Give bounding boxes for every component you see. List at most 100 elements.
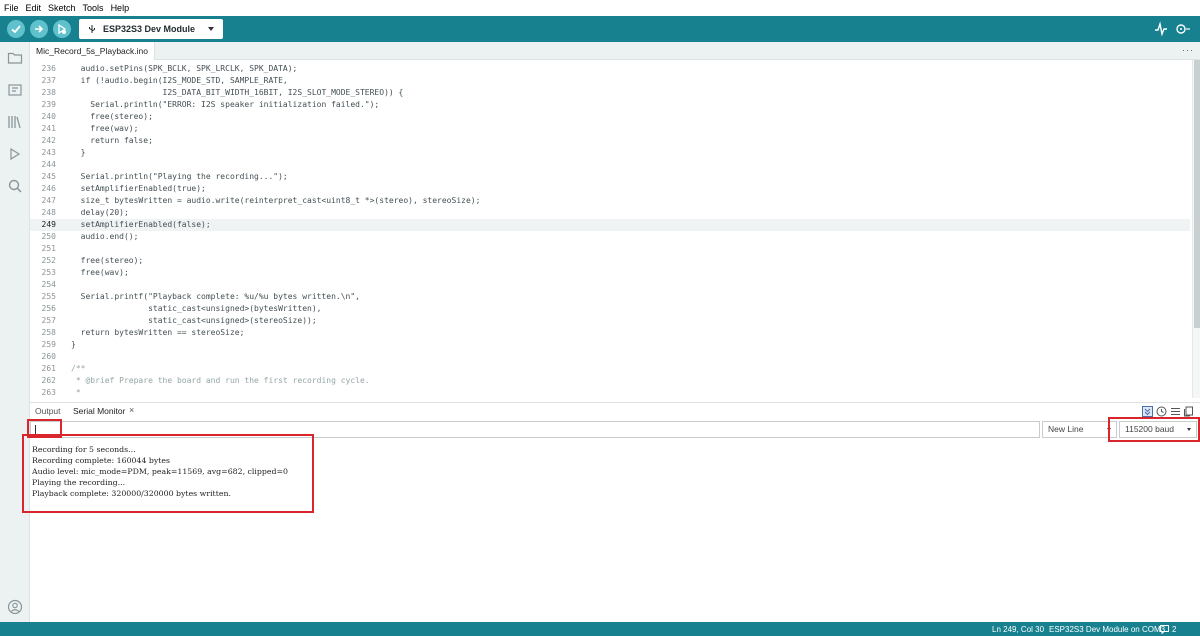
code-line: 242 return false; <box>30 135 1190 147</box>
code-line: 237 if (!audio.begin(I2S_MODE_STD, SAMPL… <box>30 75 1190 87</box>
tab-serial-monitor[interactable]: Serial Monitor <box>73 406 125 416</box>
notification-icon[interactable] <box>1160 625 1169 634</box>
line-number: 252 <box>41 256 56 265</box>
code-line: 243 } <box>30 147 1190 159</box>
line-number: 250 <box>41 232 56 241</box>
code-line: 248 delay(20); <box>30 207 1190 219</box>
serial-plotter-icon[interactable] <box>1153 21 1169 37</box>
scrollbar-thumb[interactable] <box>1194 60 1200 328</box>
notification-count[interactable]: 2 <box>1172 625 1176 634</box>
sketchbook-folder-icon[interactable] <box>7 50 23 66</box>
line-number: 254 <box>41 280 56 289</box>
code-line: 252 free(stereo); <box>30 255 1190 267</box>
code-line: 258 return bytesWritten == stereoSize; <box>30 327 1190 339</box>
code-text: } <box>71 148 86 157</box>
code-text: if (!audio.begin(I2S_MODE_STD, SAMPLE_RA… <box>71 76 288 85</box>
code-line: 251 <box>30 243 1190 255</box>
line-number: 240 <box>41 112 56 121</box>
line-number: 247 <box>41 196 56 205</box>
menu-file[interactable]: File <box>4 3 19 13</box>
code-text: } <box>71 340 76 349</box>
line-number: 245 <box>41 172 56 181</box>
code-text: Serial.printf("Playback complete: %u/%u … <box>71 292 360 301</box>
code-text: Serial.println("Playing the recording...… <box>71 172 288 181</box>
menu-tools[interactable]: Tools <box>83 3 104 13</box>
board-name: ESP32S3 Dev Module <box>103 24 196 34</box>
line-number: 259 <box>41 340 56 349</box>
code-line: 257 static_cast<unsigned>(stereoSize)); <box>30 315 1190 327</box>
annotation-box-baud <box>1108 417 1200 442</box>
code-text: delay(20); <box>71 208 129 217</box>
code-line: 247 size_t bytesWritten = audio.write(re… <box>30 195 1190 207</box>
code-line: 246 setAmplifierEnabled(true); <box>30 183 1190 195</box>
code-line: 255 Serial.printf("Playback complete: %u… <box>30 291 1190 303</box>
code-text: static_cast<unsigned>(stereoSize)); <box>71 316 317 325</box>
code-text: I2S_DATA_BIT_WIDTH_16BIT, I2S_SLOT_MODE_… <box>71 88 404 97</box>
code-line: 249 setAmplifierEnabled(false); <box>30 219 1190 231</box>
check-icon <box>11 25 21 34</box>
tab-output[interactable]: Output <box>35 406 61 416</box>
editor-tab-bar: Mic_Record_5s_Playback.ino ··· <box>30 42 1200 60</box>
library-manager-icon[interactable] <box>7 114 23 130</box>
code-line: 240 free(stereo); <box>30 111 1190 123</box>
debug-button[interactable] <box>53 20 71 38</box>
code-text: * @brief Prepare the board and run the f… <box>71 376 370 385</box>
code-text: size_t bytesWritten = audio.write(reinte… <box>71 196 481 205</box>
code-text: audio.end(); <box>71 232 139 241</box>
search-icon[interactable] <box>7 178 23 194</box>
usb-icon <box>89 25 95 33</box>
menu-edit[interactable]: Edit <box>26 3 42 13</box>
debug-icon <box>58 23 67 35</box>
arduino-ide-window: File Edit Sketch Tools Help ESP32S3 Dev … <box>0 0 1200 636</box>
upload-button[interactable] <box>30 20 48 38</box>
code-line: 261 /** <box>30 363 1190 375</box>
line-number: 263 <box>41 388 56 397</box>
clear-output-icon[interactable] <box>1170 406 1181 417</box>
timestamp-icon[interactable] <box>1156 406 1167 417</box>
chevron-down-icon <box>208 27 214 31</box>
code-line: 254 <box>30 279 1190 291</box>
copy-icon[interactable] <box>1183 406 1194 417</box>
toolbar: ESP32S3 Dev Module <box>0 16 1200 42</box>
status-bar: Ln 249, Col 30 ESP32S3 Dev Module on COM… <box>0 622 1200 636</box>
close-icon[interactable]: × <box>129 405 134 415</box>
menu-sketch[interactable]: Sketch <box>48 3 76 13</box>
tab-sketch-file[interactable]: Mic_Record_5s_Playback.ino <box>30 42 155 60</box>
code-text: return bytesWritten == stereoSize; <box>71 328 245 337</box>
debugger-icon[interactable] <box>7 146 23 162</box>
editor-scrollbar[interactable] <box>1192 60 1200 398</box>
code-line: 241 free(wav); <box>30 123 1190 135</box>
code-line: 238 I2S_DATA_BIT_WIDTH_16BIT, I2S_SLOT_M… <box>30 87 1190 99</box>
line-number: 261 <box>41 364 56 373</box>
line-number: 262 <box>41 376 56 385</box>
autoscroll-icon[interactable] <box>1142 406 1153 417</box>
more-tabs-icon[interactable]: ··· <box>1182 45 1194 55</box>
code-editor[interactable]: 236 audio.setPins(SPK_BCLK, SPK_LRCLK, S… <box>30 60 1200 398</box>
code-text: return false; <box>71 136 153 145</box>
line-number: 251 <box>41 244 56 253</box>
code-line: 262 * @brief Prepare the board and run t… <box>30 375 1190 387</box>
code-text: setAmplifierEnabled(false); <box>71 220 211 229</box>
menu-bar: File Edit Sketch Tools Help <box>0 0 1200 16</box>
board-selector[interactable]: ESP32S3 Dev Module <box>79 19 223 39</box>
code-text: Serial.println("ERROR: I2S speaker initi… <box>71 100 380 109</box>
board-port-status[interactable]: ESP32S3 Dev Module on COM3 <box>1049 625 1165 634</box>
code-line: 245 Serial.println("Playing the recordin… <box>30 171 1190 183</box>
line-number: 237 <box>41 76 56 85</box>
activity-bar <box>0 42 30 622</box>
verify-button[interactable] <box>7 20 25 38</box>
code-line: 256 static_cast<unsigned>(bytesWritten), <box>30 303 1190 315</box>
cursor-position[interactable]: Ln 249, Col 30 <box>992 625 1044 634</box>
boards-manager-icon[interactable] <box>7 82 23 98</box>
profile-icon[interactable] <box>7 599 23 615</box>
tab-label: Mic_Record_5s_Playback.ino <box>36 46 148 56</box>
code-line: 239 Serial.println("ERROR: I2S speaker i… <box>30 99 1190 111</box>
code-line: 253 free(wav); <box>30 267 1190 279</box>
line-number: 243 <box>41 148 56 157</box>
menu-help[interactable]: Help <box>111 3 130 13</box>
code-text: free(wav); <box>71 124 139 133</box>
code-line: 250 audio.end(); <box>30 231 1190 243</box>
line-ending-select[interactable]: New Line <box>1042 421 1117 438</box>
code-text: static_cast<unsigned>(bytesWritten), <box>71 304 322 313</box>
serial-monitor-icon[interactable] <box>1174 21 1190 37</box>
